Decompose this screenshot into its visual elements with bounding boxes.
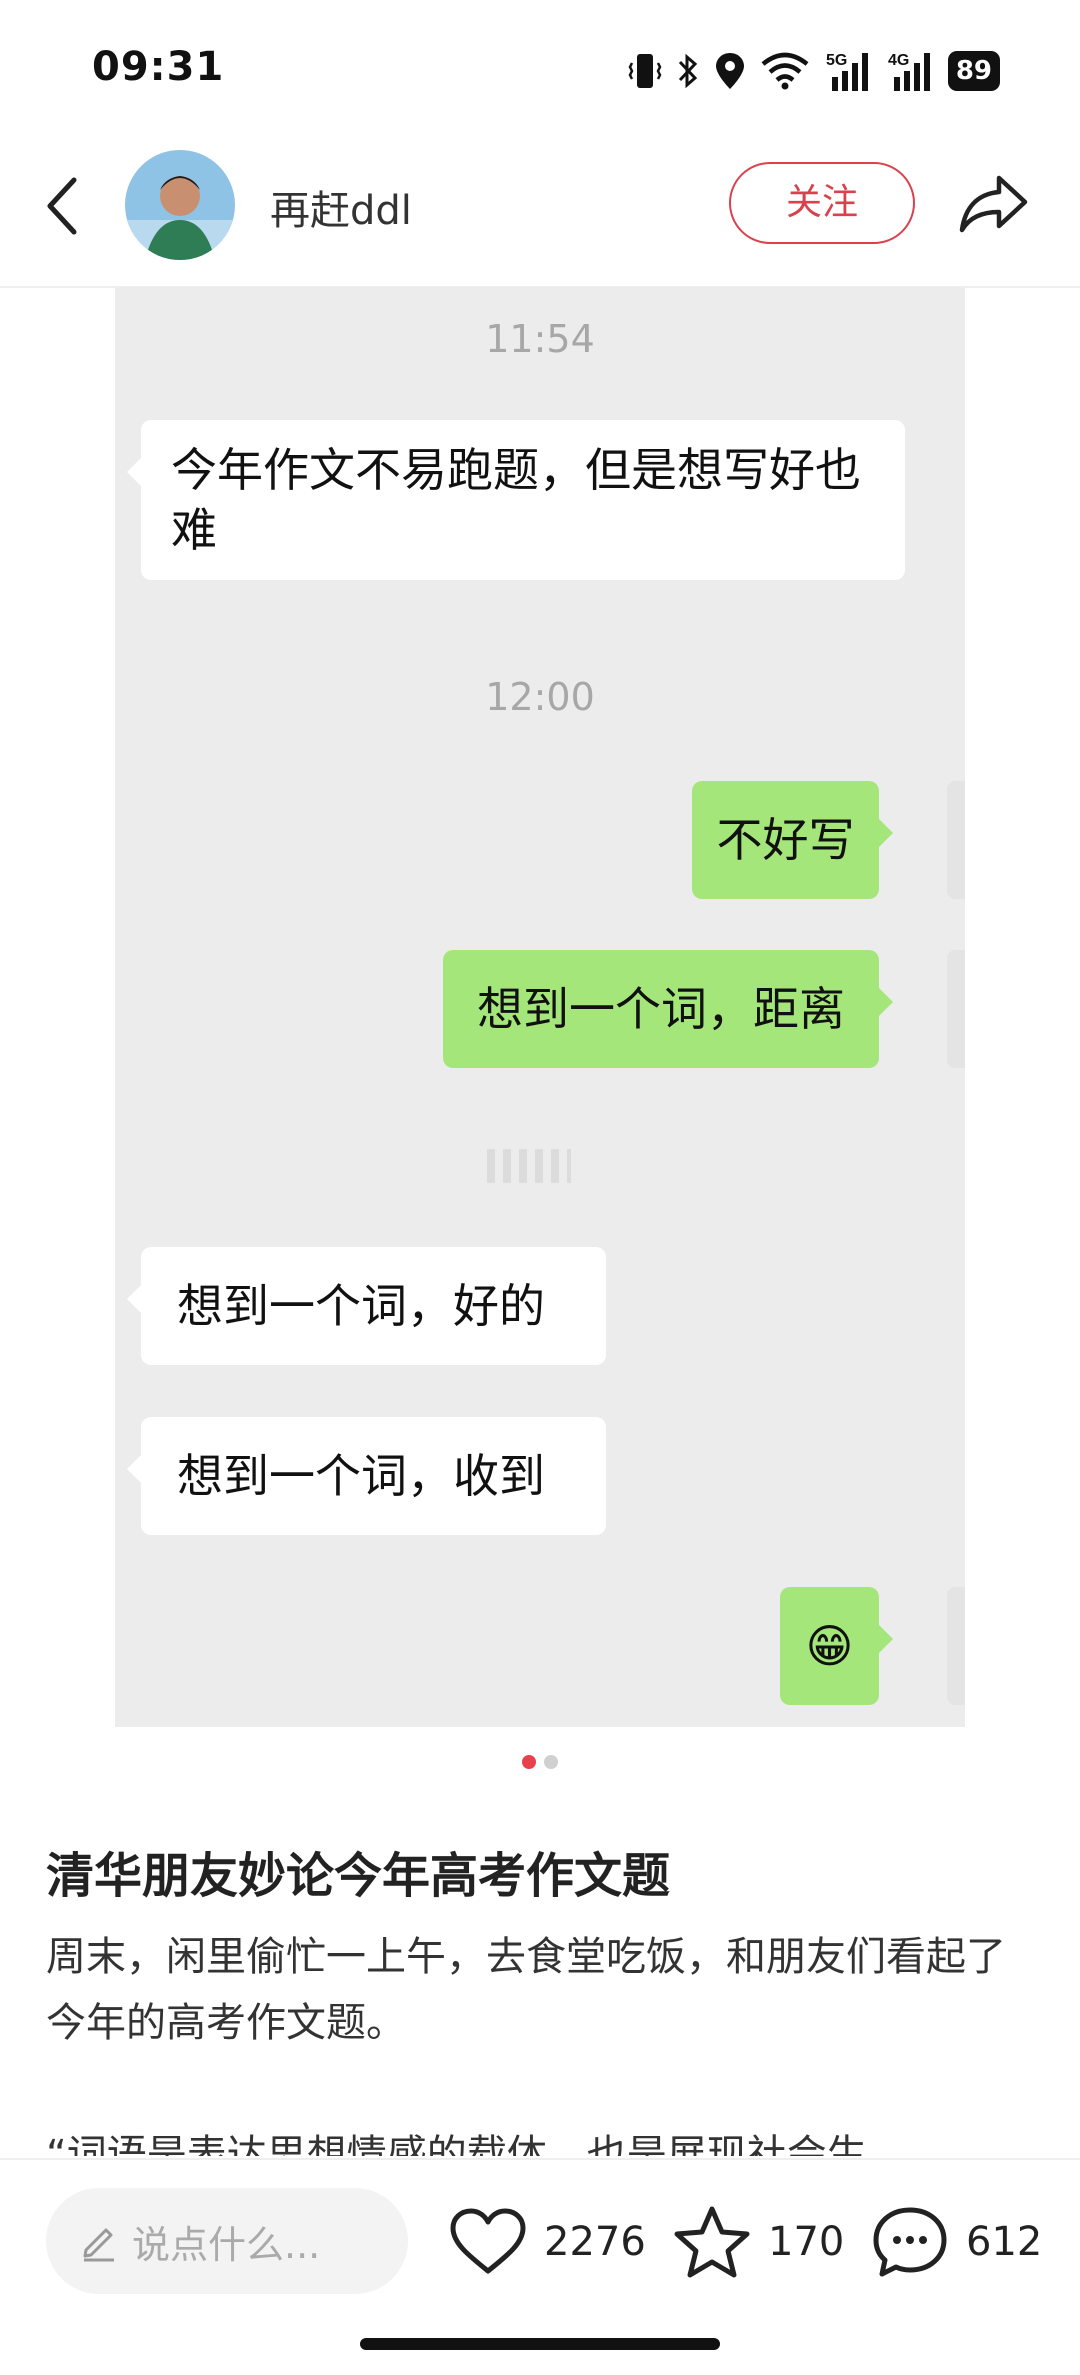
like-button[interactable]: 2276 <box>448 2204 646 2280</box>
article-body: 周末，闲里偷忙一上午，去食堂吃饭，和朋友们看起了今年的高考作文题。 <box>46 1934 1006 2046</box>
comment-placeholder: 说点什么... <box>132 2222 321 2267</box>
star-icon <box>674 2206 750 2278</box>
chat-bubble-received: 想到一个词，好的 <box>127 1247 606 1365</box>
chat-bubble-received: 今年作文不易跑题，但是想写好也难 <box>127 420 905 580</box>
signal-4g-icon: 4G <box>888 52 930 91</box>
status-icons: 5G 4G 89 <box>628 48 1000 94</box>
chat-avatar <box>947 1587 965 1705</box>
article-body-continued: “词语是表达思想情感的载体，也是展现社会生 <box>46 2132 867 2156</box>
status-bar: 09:31 5G 4G 89 <box>0 0 1080 140</box>
chat-timestamp: 11:54 <box>485 317 595 361</box>
chat-avatar <box>947 781 965 899</box>
svg-text:4G: 4G <box>888 52 909 69</box>
comment-input[interactable]: 说点什么... <box>46 2188 408 2294</box>
pencil-icon <box>83 2228 114 2262</box>
chat-bubble-sent-emoji: 😁 <box>780 1587 893 1705</box>
svg-text:5G: 5G <box>826 52 847 69</box>
chat-bubble-received: 想到一个词，收到 <box>127 1417 606 1535</box>
battery-indicator: 89 <box>947 51 1000 91</box>
share-icon[interactable] <box>957 168 1031 238</box>
status-time: 09:31 <box>92 44 225 90</box>
home-indicator[interactable] <box>360 2338 720 2350</box>
bluetooth-icon <box>678 53 697 89</box>
signal-5g-icon: 5G <box>826 52 868 91</box>
heart-icon <box>450 2208 526 2274</box>
author-name[interactable]: 再赶ddl <box>270 178 412 236</box>
comment-button[interactable]: 612 <box>870 2204 1042 2280</box>
chat-avatar <box>947 950 965 1068</box>
follow-button[interactable]: 关注 <box>729 162 915 244</box>
carousel-indicator <box>0 1755 1080 1771</box>
article-title: 清华朋友妙论今年高考作文题 <box>46 1848 671 1904</box>
carousel-dot <box>544 1755 558 1769</box>
comment-count: 612 <box>966 2219 1043 2265</box>
post-header: 再赶ddl 关注 <box>0 140 1080 288</box>
wifi-icon <box>761 52 809 90</box>
back-icon[interactable] <box>38 166 88 246</box>
favorite-count: 170 <box>768 2219 845 2265</box>
chat-timestamp: 12:00 <box>485 675 595 719</box>
comment-bubble-icon <box>873 2207 947 2277</box>
vibrate-icon <box>628 54 662 88</box>
favorite-button[interactable]: 170 <box>672 2204 844 2280</box>
chat-bubble-sent: 想到一个词，距离 <box>443 950 893 1068</box>
like-count: 2276 <box>544 2219 646 2265</box>
chat-bubble-sent: 不好写 <box>692 781 893 899</box>
carousel-dot-active <box>522 1755 536 1769</box>
blurred-timestamp <box>487 1149 571 1183</box>
image-carousel[interactable]: 11:54 今年作文不易跑题，但是想写好也难 12:00 不好写 想到一个词，距… <box>115 287 965 1727</box>
location-icon <box>715 53 744 89</box>
author-avatar[interactable] <box>125 150 235 260</box>
